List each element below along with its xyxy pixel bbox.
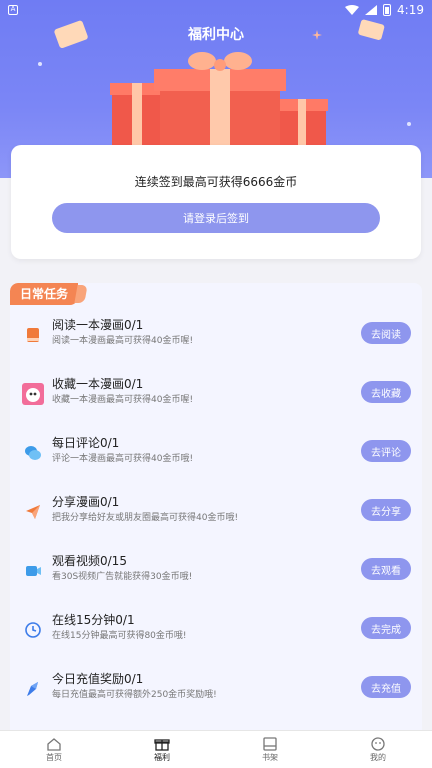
task-daily-comment: 每日评论0/1 评论一本漫画最高可获得40金币哦! 去评论 — [10, 423, 422, 481]
daily-tasks-label: 日常任务 — [10, 283, 79, 305]
task-description: 评论一本漫画最高可获得40金币哦! — [52, 454, 194, 464]
go-complete-button[interactable]: 去完成 — [361, 617, 411, 639]
task-description: 每日充值最高可获得额外250金币奖励哦! — [52, 690, 217, 700]
share-plane-icon — [22, 501, 44, 523]
signal-icon — [365, 5, 378, 15]
nav-label: 书架 — [262, 752, 278, 762]
login-checkin-button[interactable]: 请登录后签到 — [52, 203, 380, 233]
checkin-reward-text: 连续签到最高可获得6666金币 — [134, 175, 298, 189]
go-share-button[interactable]: 去分享 — [361, 499, 411, 521]
nav-profile[interactable]: 我的 — [324, 731, 432, 768]
go-comment-button[interactable]: 去评论 — [361, 440, 411, 462]
task-title: 分享漫画0/1 — [52, 495, 120, 509]
gift-icon — [154, 738, 170, 751]
task-description: 看30S视频广告就能获得30金币哦! — [52, 572, 193, 582]
nav-label: 我的 — [370, 752, 386, 762]
nav-label: 福利 — [154, 752, 170, 762]
task-title: 今日充值奖励0/1 — [52, 672, 144, 686]
status-bar: A 4:19 — [0, 0, 432, 20]
notification-icon: A — [8, 5, 18, 15]
task-favorite-comic: 收藏一本漫画0/1 收藏一本漫画最高可获得40金币喔! 去收藏 — [10, 364, 422, 422]
go-favorite-button[interactable]: 去收藏 — [361, 381, 411, 403]
status-time: 4:19 — [397, 3, 424, 17]
task-title: 阅读一本漫画0/1 — [52, 318, 144, 332]
home-icon — [47, 737, 61, 751]
task-description: 收藏一本漫画最高可获得40金币喔! — [52, 395, 194, 405]
task-online-15min: 在线15分钟0/1 在线15分钟最高可获得80金币哦! 去完成 — [10, 600, 422, 658]
task-title: 在线15分钟0/1 — [52, 613, 135, 627]
task-read-comic: 阅读一本漫画0/1 阅读一本漫画最高可获得40金币喔! 去阅读 — [10, 305, 422, 363]
bookmark-avatar-icon — [22, 383, 44, 405]
task-watch-video: 观看视频0/15 看30S视频广告就能获得30金币哦! 去观看 — [10, 541, 422, 599]
task-title: 观看视频0/15 — [52, 554, 127, 568]
nav-bookshelf[interactable]: 书架 — [216, 731, 324, 768]
go-watch-button[interactable]: 去观看 — [361, 558, 411, 580]
sparkle-icon — [407, 122, 411, 126]
task-daily-recharge: 今日充值奖励0/1 每日充值最高可获得额外250金币奖励哦! 去充值 — [10, 659, 422, 717]
wifi-icon — [345, 5, 360, 15]
video-icon — [22, 560, 44, 582]
bottom-navigation: 首页 福利 书架 我的 — [0, 730, 432, 768]
sparkle-icon — [312, 30, 322, 40]
go-read-button[interactable]: 去阅读 — [361, 322, 411, 344]
task-title: 每日评论0/1 — [52, 436, 120, 450]
task-description: 把我分享给好友或朋友圈最高可获得40金币哦! — [52, 513, 239, 523]
battery-icon — [383, 4, 392, 16]
daily-tasks-panel: 日常任务 阅读一本漫画0/1 阅读一本漫画最高可获得40金币喔! 去阅读 收藏一… — [10, 283, 422, 743]
red-envelope-icon — [358, 19, 385, 40]
profile-icon — [371, 736, 385, 751]
task-description: 在线15分钟最高可获得80金币哦! — [52, 631, 187, 641]
bookshelf-icon — [263, 736, 277, 751]
checkin-card: 连续签到最高可获得6666金币 请登录后签到 — [11, 145, 421, 259]
clock-icon — [22, 619, 44, 641]
recharge-icon — [22, 678, 44, 700]
nav-label: 首页 — [46, 752, 62, 762]
go-recharge-button[interactable]: 去充值 — [361, 676, 411, 698]
nav-home[interactable]: 首页 — [0, 731, 108, 768]
task-share-comic: 分享漫画0/1 把我分享给好友或朋友圈最高可获得40金币哦! 去分享 — [10, 482, 422, 540]
nav-welfare[interactable]: 福利 — [108, 731, 216, 768]
book-icon — [22, 324, 44, 346]
task-description: 阅读一本漫画最高可获得40金币喔! — [52, 336, 194, 346]
red-envelope-icon — [54, 20, 88, 49]
sparkle-icon — [38, 62, 42, 66]
comment-icon — [22, 442, 44, 464]
tag-ribbon — [74, 285, 88, 303]
task-title: 收藏一本漫画0/1 — [52, 377, 144, 391]
